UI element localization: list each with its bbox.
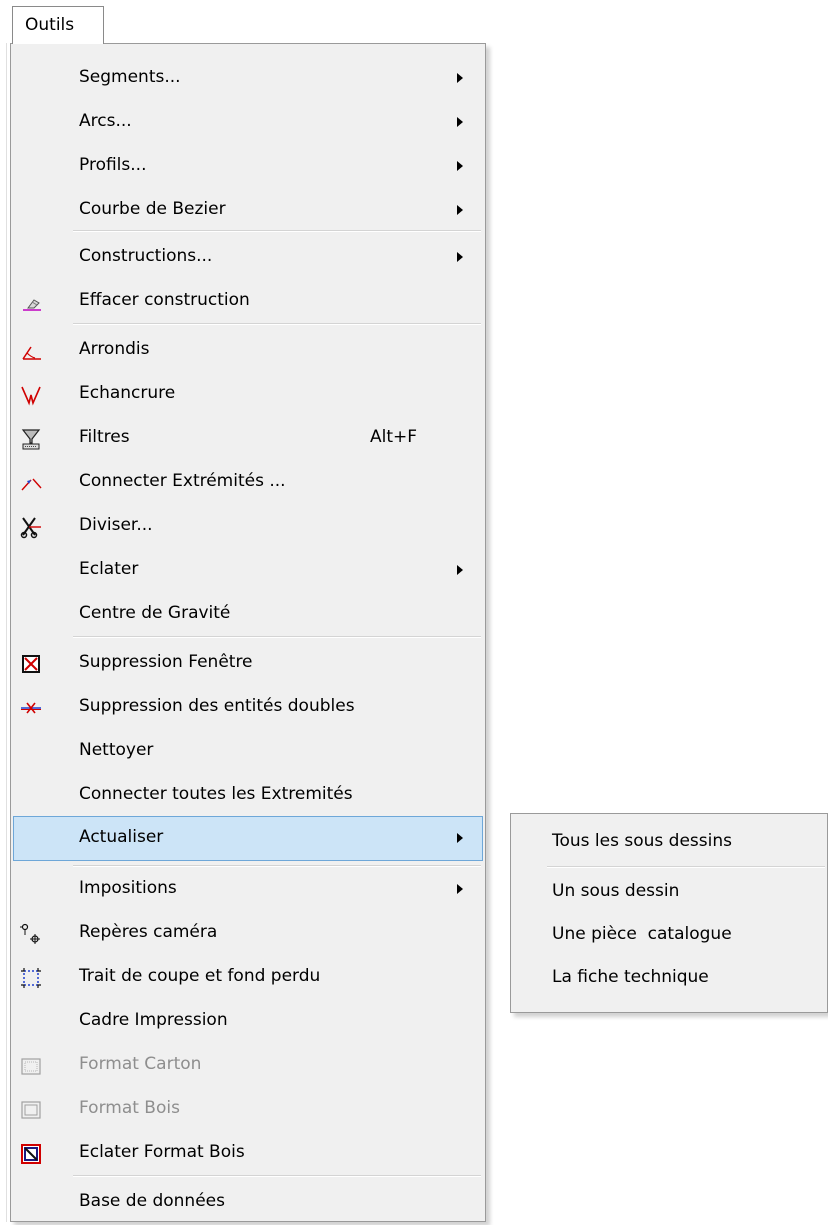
crop-bleed-icon (19, 966, 43, 990)
menu-item-label: Nettoyer (79, 740, 154, 760)
menu-item-echancrure[interactable]: Echancrure (11, 372, 485, 417)
notch-icon (19, 383, 43, 407)
outils-dropdown-menu: Segments... Arcs... Profils... Courbe de… (10, 43, 486, 1222)
menu-item-label: Cadre Impression (79, 1010, 228, 1030)
menu-item-label: Echancrure (79, 383, 176, 403)
menu-item-label: Diviser... (79, 515, 153, 535)
explode-wood-format-icon (19, 1142, 43, 1166)
menu-item-effacer-construction[interactable]: Effacer construction (11, 279, 485, 324)
wood-format-icon (19, 1098, 43, 1122)
submenu-arrow-icon (457, 117, 463, 127)
menu-item-label: Actualiser (79, 827, 164, 847)
menu-item-suppression-fenetre[interactable]: Suppression Fenêtre (11, 641, 485, 686)
submenu-item-label: Une pièce catalogue (552, 924, 732, 944)
menu-item-constructions[interactable]: Constructions... (11, 235, 485, 280)
submenu-item-une-piece-catalogue[interactable]: Une pièce catalogue (511, 913, 827, 958)
menu-item-label: Centre de Gravité (79, 603, 231, 623)
menu-item-label: Arcs... (79, 111, 132, 131)
menu-item-impositions[interactable]: Impositions (11, 867, 485, 912)
menu-item-nettoyer[interactable]: Nettoyer (11, 729, 485, 774)
menu-item-arcs[interactable]: Arcs... (11, 100, 485, 145)
menu-item-shortcut: Alt+F (370, 427, 418, 447)
menu-item-label: Suppression Fenêtre (79, 652, 253, 672)
menu-outils[interactable]: Outils (12, 6, 104, 44)
menu-separator (73, 636, 481, 638)
menu-item-label: Profils... (79, 155, 147, 175)
window-left-edge (0, 43, 7, 1222)
menu-item-cadre-impression[interactable]: Cadre Impression (11, 999, 485, 1044)
submenu-arrow-icon (457, 73, 463, 83)
menu-separator (73, 1175, 481, 1177)
menu-item-label: Filtres (79, 427, 130, 447)
menu-item-courbe-de-bezier[interactable]: Courbe de Bezier (11, 188, 485, 233)
menu-item-filtres[interactable]: Filtres Alt+F (11, 416, 485, 461)
camera-marks-icon (19, 922, 43, 946)
menu-item-label: Impositions (79, 878, 177, 898)
menu-item-label: Base de données (79, 1191, 225, 1211)
filter-icon (19, 427, 43, 451)
submenu-item-label: Tous les sous dessins (552, 831, 732, 851)
submenu-item-un-sous-dessin[interactable]: Un sous dessin (511, 870, 827, 915)
menu-item-trait-de-coupe[interactable]: Trait de coupe et fond perdu (11, 955, 485, 1000)
menu-separator (73, 230, 481, 232)
submenu-item-label: Un sous dessin (552, 881, 680, 901)
menu-item-format-bois[interactable]: Format Bois (11, 1087, 485, 1132)
submenu-arrow-icon (457, 252, 463, 262)
menu-separator (73, 323, 481, 325)
submenu-arrow-icon (457, 205, 463, 215)
submenu-item-label: La fiche technique (552, 967, 709, 987)
menu-item-centre-de-gravite[interactable]: Centre de Gravité (11, 592, 485, 637)
menu-item-reperes-camera[interactable]: Repères caméra (11, 911, 485, 956)
menu-item-label: Repères caméra (79, 922, 218, 942)
menu-item-label: Courbe de Bezier (79, 199, 226, 219)
menu-item-label: Trait de coupe et fond perdu (79, 966, 321, 986)
menu-item-label: Arrondis (79, 339, 150, 359)
submenu-item-la-fiche-technique[interactable]: La fiche technique (511, 956, 827, 1001)
menu-item-connecter-extremites[interactable]: Connecter Extrémités ... (11, 460, 485, 505)
menu-item-label: Segments... (79, 67, 181, 87)
actualiser-submenu: Tous les sous dessins Un sous dessin Une… (510, 813, 828, 1013)
menu-item-label: Connecter toutes les Extremités (79, 784, 353, 804)
menu-outils-label: Outils (25, 15, 75, 35)
submenu-item-tous-les-sous-dessins[interactable]: Tous les sous dessins (511, 820, 827, 865)
menu-item-diviser[interactable]: Diviser... (11, 504, 485, 549)
menu-item-suppression-entites-doubles[interactable]: Suppression des entités doubles (11, 685, 485, 730)
menu-item-label: Connecter Extrémités ... (79, 471, 286, 491)
menu-item-label: Format Bois (79, 1098, 180, 1118)
eraser-icon (19, 290, 43, 314)
scissors-icon (19, 515, 43, 539)
connect-ends-icon (19, 471, 43, 495)
menu-separator (547, 866, 825, 868)
menu-item-format-carton[interactable]: Format Carton (11, 1043, 485, 1088)
menu-item-label: Constructions... (79, 246, 213, 266)
submenu-arrow-icon (457, 884, 463, 894)
delete-duplicates-icon (19, 696, 43, 720)
cardboard-format-icon (19, 1054, 43, 1078)
menu-item-label: Effacer construction (79, 290, 250, 310)
delete-window-icon (19, 652, 43, 676)
submenu-arrow-icon (457, 833, 463, 843)
menu-item-connecter-toutes-extremites[interactable]: Connecter toutes les Extremités (11, 773, 485, 818)
menu-item-profils[interactable]: Profils... (11, 144, 485, 189)
menu-item-eclater-format-bois[interactable]: Eclater Format Bois (11, 1131, 485, 1176)
menu-item-segments[interactable]: Segments... (11, 56, 485, 101)
menu-item-label: Format Carton (79, 1054, 202, 1074)
menu-item-label: Suppression des entités doubles (79, 696, 355, 716)
submenu-arrow-icon (457, 161, 463, 171)
menu-item-base-de-donnees[interactable]: Base de données (11, 1180, 485, 1225)
menu-item-eclater[interactable]: Eclater (11, 548, 485, 593)
menu-item-arrondis[interactable]: Arrondis (11, 328, 485, 373)
menu-item-label: Eclater Format Bois (79, 1142, 245, 1162)
submenu-arrow-icon (457, 565, 463, 575)
fillet-icon (19, 339, 43, 363)
menu-item-label: Eclater (79, 559, 139, 579)
menu-item-actualiser[interactable]: Actualiser (13, 816, 483, 861)
